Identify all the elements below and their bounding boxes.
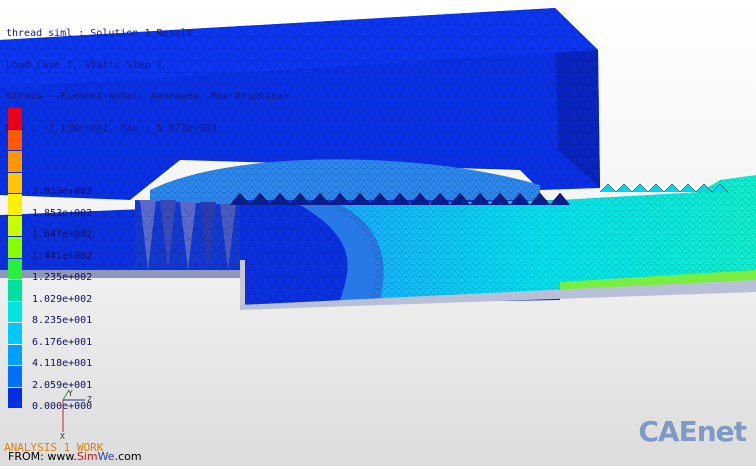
header-result-type: Stress - Element-Nodal, Averaged, Max Pr…	[6, 91, 289, 102]
legend-label: 8.235e+001	[32, 315, 93, 326]
source-we: We	[97, 450, 115, 463]
legend-swatch	[8, 108, 22, 129]
legend-swatch	[8, 387, 22, 408]
triad-x-label: X	[60, 432, 65, 440]
legend-swatch	[8, 258, 22, 279]
legend-label: 1.235e+002	[32, 272, 93, 283]
legend-swatch	[8, 280, 22, 301]
legend-swatch	[8, 366, 22, 387]
legend-label: 6.176e+001	[32, 336, 93, 348]
triad-z-label: Z	[87, 395, 92, 404]
legend-swatch	[8, 301, 22, 322]
legend-swatch	[8, 129, 22, 150]
legend-swatch	[8, 323, 22, 344]
legend-label: 1.853e+002	[32, 207, 93, 219]
source-prefix: FROM: www.	[8, 450, 77, 463]
color-legend: 2.059e+002 1.853e+002 1.647e+002 1.441e+002…	[8, 108, 128, 413]
legend-swatch	[8, 215, 22, 236]
legend-swatch	[8, 172, 22, 193]
source-sim: Sim	[76, 450, 98, 463]
axis-triad: X Z Y	[60, 389, 92, 440]
legend-swatch	[8, 151, 22, 172]
source-credit: FROM: www.SimWe.com	[8, 450, 142, 463]
legend-swatch	[8, 344, 22, 365]
legend-label: 1.029e+002	[32, 293, 93, 305]
legend-swatch	[8, 194, 22, 215]
legend-label: 1.647e+002	[32, 229, 93, 240]
legend-label: 2.059e+002	[32, 186, 93, 197]
triad-y-label: Y	[68, 389, 73, 398]
legend-label: 1.441e+002	[32, 250, 93, 262]
legend-swatch	[8, 237, 22, 258]
caenet-watermark: CAEnet	[638, 415, 747, 448]
legend-label: 4.118e+001	[32, 358, 93, 369]
header-load-case: Load Case 1, Static Step 1	[6, 59, 163, 71]
source-suffix: .com	[114, 450, 142, 463]
header-model-name: thread_siml : Solution 1 Result	[6, 28, 193, 39]
